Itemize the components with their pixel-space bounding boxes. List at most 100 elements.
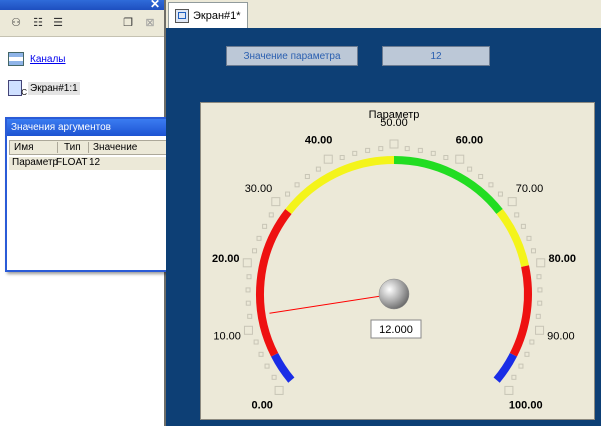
minor-tick xyxy=(537,300,543,306)
cell-name: Параметр xyxy=(12,157,59,168)
tick-label: 90.00 xyxy=(547,331,575,343)
tree-item-label: Экран#1:1 xyxy=(28,81,80,95)
panel-toolbar: ⚇ ☷ ☰ ❐ ⊠ xyxy=(0,10,164,37)
major-tick xyxy=(242,258,252,268)
binoculars-icon[interactable]: ⚇ xyxy=(8,14,24,30)
gauge-widget[interactable]: Параметр 0.00 10.00 20.00 30.00 40.00 50.00 60.… xyxy=(200,102,595,420)
major-tick xyxy=(535,325,545,335)
gauge-hub xyxy=(378,278,410,310)
tick-label: 60.00 xyxy=(456,134,484,146)
tick-label: 100.00 xyxy=(509,400,543,412)
screen-icon: C xyxy=(8,80,27,97)
tick-label: 20.00 xyxy=(212,253,240,265)
gauge-band xyxy=(493,352,517,383)
minor-tick xyxy=(478,173,484,179)
tick-label: 30.00 xyxy=(245,183,273,195)
tick-label: 70.00 xyxy=(516,183,544,195)
gauge-band xyxy=(509,265,532,357)
tick-label: 50.00 xyxy=(380,117,408,129)
minor-tick xyxy=(256,235,262,241)
tick-label: 10.00 xyxy=(213,331,241,343)
column-header-value[interactable]: Значение xyxy=(93,142,137,153)
arguments-window-title[interactable]: Значения аргументов xyxy=(7,119,192,136)
minor-tick xyxy=(417,147,423,153)
major-tick xyxy=(323,154,333,164)
major-tick xyxy=(389,139,399,149)
minor-tick xyxy=(537,287,543,293)
panel-title-bar: ✕ xyxy=(0,0,164,11)
minor-tick xyxy=(247,313,253,319)
minor-tick xyxy=(262,223,268,229)
minor-tick xyxy=(530,248,536,254)
parameter-value: 12 xyxy=(430,50,442,62)
minor-tick xyxy=(258,351,264,357)
new-item-icon[interactable]: ❐ xyxy=(120,14,136,30)
minor-tick xyxy=(443,155,449,161)
parameter-label-box: Значение параметра xyxy=(226,46,358,66)
gauge-band xyxy=(256,209,292,357)
major-tick xyxy=(536,258,546,268)
tab-label: Экран#1* xyxy=(193,9,241,22)
column-header-type[interactable]: Тип xyxy=(64,142,81,153)
minor-tick xyxy=(404,146,410,152)
delete-icon[interactable]: ⊠ xyxy=(142,14,158,30)
cell-value: 12 xyxy=(89,157,101,168)
tree-item-channels[interactable]: Каналы xyxy=(8,52,66,66)
minor-tick xyxy=(339,155,345,161)
minor-tick xyxy=(378,146,384,152)
minor-tick xyxy=(430,150,436,156)
minor-tick xyxy=(497,191,503,197)
details-view-icon[interactable]: ☰ xyxy=(50,14,66,30)
gauge-band xyxy=(496,209,529,268)
parameter-value-box[interactable]: 12 xyxy=(382,46,490,66)
major-tick xyxy=(504,385,514,395)
minor-tick xyxy=(467,166,473,172)
major-tick xyxy=(274,385,284,395)
minor-tick xyxy=(252,248,258,254)
minor-tick xyxy=(536,274,542,280)
minor-tick xyxy=(511,374,517,380)
gauge-band xyxy=(271,352,295,383)
minor-tick xyxy=(518,363,524,369)
gauge-value: 12.000 xyxy=(379,324,413,336)
gauge-band xyxy=(393,156,503,214)
screen-tab-icon xyxy=(175,8,189,23)
minor-tick xyxy=(524,351,530,357)
minor-tick xyxy=(520,223,526,229)
minor-tick xyxy=(264,363,270,369)
channels-icon xyxy=(8,52,24,66)
tick-label: 40.00 xyxy=(305,134,333,146)
tree-item-screen[interactable]: C Экран#1:1 xyxy=(8,80,80,97)
minor-tick xyxy=(365,147,371,153)
minor-tick xyxy=(268,212,274,218)
major-tick xyxy=(455,154,465,164)
minor-tick xyxy=(294,182,300,188)
column-divider[interactable] xyxy=(57,142,58,153)
column-header-name[interactable]: Имя xyxy=(14,142,33,153)
list-view-icon[interactable]: ☷ xyxy=(30,14,46,30)
minor-tick xyxy=(535,313,541,319)
tick-label: 0.00 xyxy=(252,400,273,412)
minor-tick xyxy=(285,191,291,197)
minor-tick xyxy=(246,274,252,280)
minor-tick xyxy=(245,300,251,306)
gauge-band xyxy=(285,156,395,214)
cell-type: FLOAT xyxy=(56,157,88,168)
column-divider[interactable] xyxy=(88,142,89,153)
table-row[interactable]: Параметр FLOAT 12 xyxy=(9,157,189,170)
arguments-table-header: Имя Тип Значение xyxy=(9,140,189,155)
minor-tick xyxy=(315,166,321,172)
minor-tick xyxy=(352,150,358,156)
major-tick xyxy=(271,197,281,207)
minor-tick xyxy=(529,339,535,345)
major-tick xyxy=(507,197,517,207)
gauge-needle xyxy=(269,293,395,314)
minor-tick xyxy=(488,182,494,188)
minor-tick xyxy=(526,235,532,241)
parameter-label: Значение параметра xyxy=(243,50,341,62)
minor-tick xyxy=(271,374,277,380)
minor-tick xyxy=(514,212,520,218)
gauge-dial: Параметр0.0010.0020.0030.0040.0050.0060.… xyxy=(212,109,576,412)
minor-tick xyxy=(245,287,251,293)
tab-screen1[interactable]: Экран#1* xyxy=(168,2,248,28)
